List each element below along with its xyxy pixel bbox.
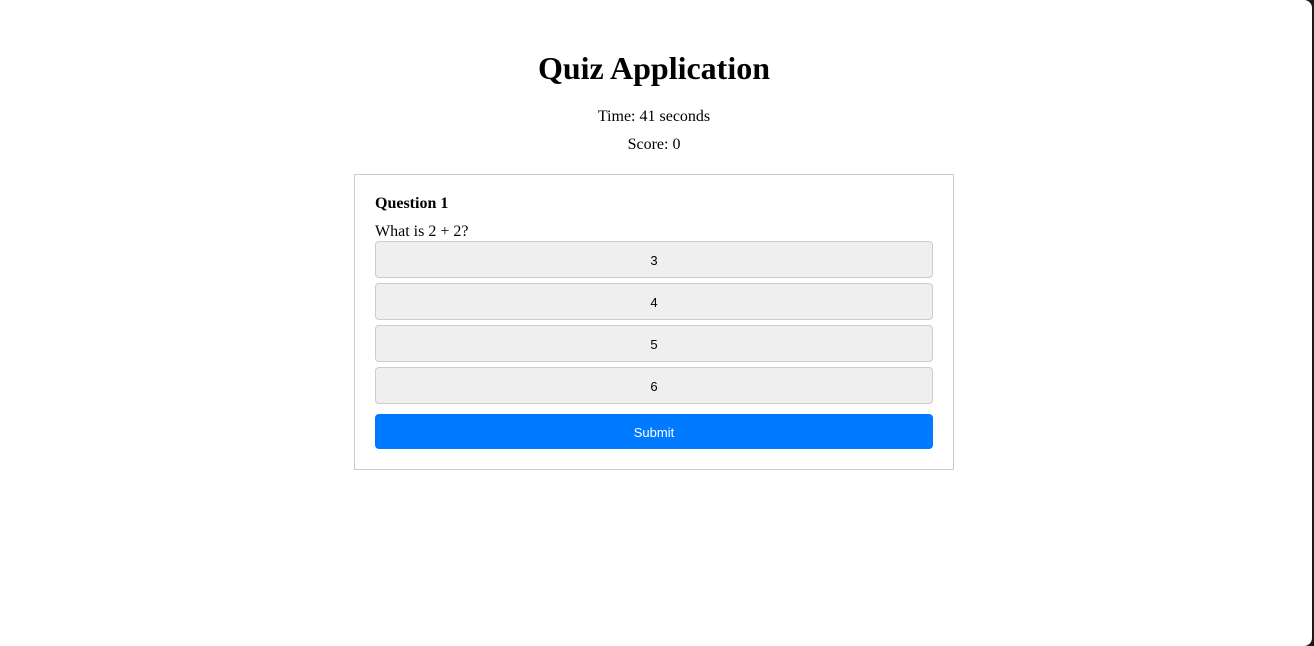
score-text: Score: 0 <box>627 136 681 153</box>
page-title: Quiz Application <box>537 50 771 86</box>
quiz-app-window: Quiz Application Time: 41 seconds Score:… <box>0 0 1312 646</box>
submit-button[interactable]: Submit <box>375 414 933 449</box>
answer-option-4[interactable]: 6 <box>375 367 933 404</box>
answer-option-1[interactable]: 3 <box>375 241 933 278</box>
question-title: Question 1 <box>375 195 449 212</box>
question-text: What is 2 + 2? <box>375 223 469 240</box>
question-card: Question 1 What is 2 + 2? 3 4 5 6 Submit <box>354 174 954 470</box>
answer-options: 3 4 5 6 <box>375 241 933 409</box>
timer-text: Time: 41 seconds <box>597 108 711 125</box>
answer-option-3[interactable]: 5 <box>375 325 933 362</box>
answer-option-2[interactable]: 4 <box>375 283 933 320</box>
